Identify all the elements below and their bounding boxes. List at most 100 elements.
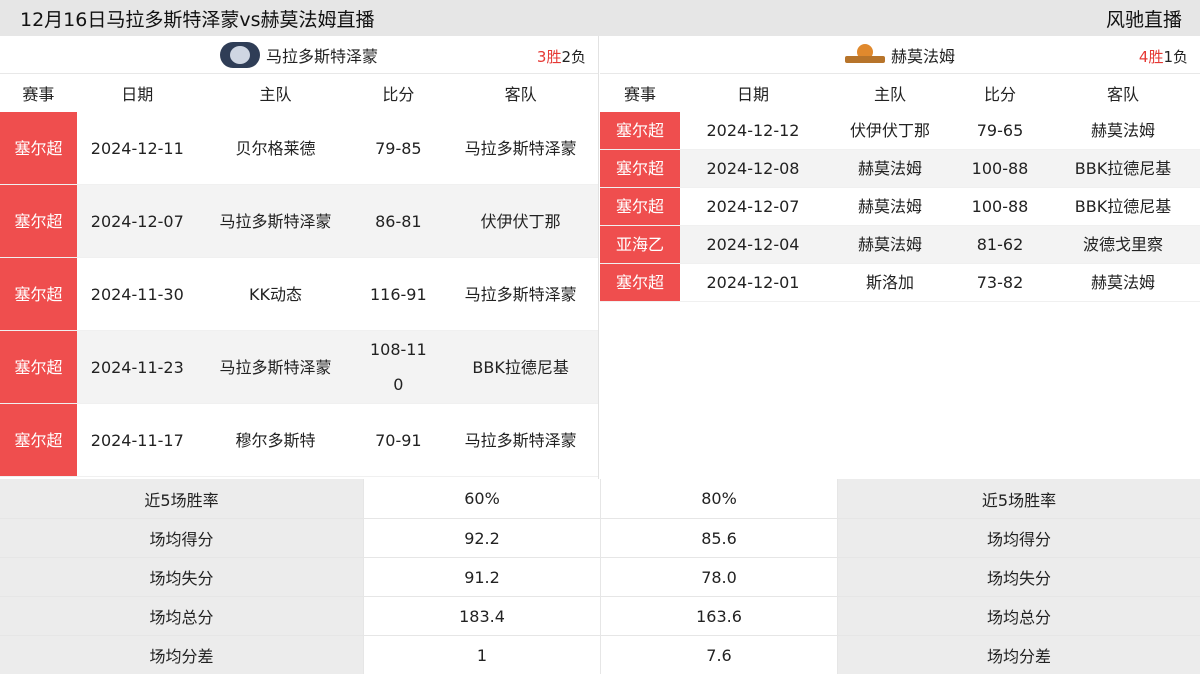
col-date: 日期 — [121, 85, 154, 104]
away-team[interactable]: 波德戈里察 — [1046, 227, 1200, 263]
col-score: 比分 — [983, 85, 1016, 104]
stat-label-right: 场均得分 — [837, 519, 1200, 557]
league-badge: 塞尔超 — [600, 150, 680, 187]
table-row[interactable]: 塞尔超 2024-12-07 赫莫法姆 100-88 BBK拉德尼基 — [600, 188, 1200, 226]
match-score: 100-88 — [971, 158, 1029, 178]
away-team[interactable]: 马拉多斯特泽蒙 — [443, 277, 598, 312]
table-header: 赛事 日期 主队 比分 客队 — [600, 74, 1200, 112]
stat-value-right: 7.6 — [600, 636, 837, 674]
match-score: 86-81 — [375, 211, 422, 231]
home-team[interactable]: 赫莫法姆 — [826, 227, 954, 263]
stat-label-left: 场均总分 — [0, 597, 363, 635]
basketball-crest-icon — [844, 43, 885, 66]
match-date: 2024-11-17 — [90, 430, 184, 450]
stat-value-left: 183.4 — [363, 597, 600, 635]
away-team[interactable]: 伏伊伏丁那 — [443, 204, 598, 239]
table-row[interactable]: 亚海乙 2024-12-04 赫莫法姆 81-62 波德戈里察 — [600, 226, 1200, 264]
away-team[interactable]: 赫莫法姆 — [1046, 265, 1200, 301]
match-date: 2024-11-23 — [90, 357, 184, 377]
team-record: 3胜2负 — [537, 46, 586, 67]
match-date: 2024-11-30 — [90, 284, 184, 304]
match-date: 2024-12-04 — [706, 234, 800, 254]
match-date: 2024-12-01 — [706, 272, 800, 292]
table-row[interactable]: 塞尔超 2024-12-08 赫莫法姆 100-88 BBK拉德尼基 — [600, 150, 1200, 188]
stat-row: 场均得分 92.2 85.6 场均得分 — [0, 518, 1200, 557]
home-team[interactable]: 斯洛加 — [826, 265, 954, 301]
match-date: 2024-12-08 — [706, 158, 800, 178]
home-team[interactable]: 赫莫法姆 — [826, 189, 954, 225]
league-badge: 塞尔超 — [600, 112, 680, 149]
away-team-panel: 赫莫法姆 4胜1负 赛事 日期 主队 比分 客队 塞尔超 2024-12-12 … — [600, 36, 1200, 479]
site-name[interactable]: 风驰直播 — [1106, 5, 1182, 32]
stat-value-right: 78.0 — [600, 558, 837, 596]
stat-label-left: 场均分差 — [0, 636, 363, 674]
match-score: 81-62 — [976, 234, 1024, 254]
page-header: 12月16日马拉多斯特泽蒙vs赫莫法姆直播 风驰直播 — [0, 0, 1200, 36]
team-header: 马拉多斯特泽蒙 3胜2负 — [0, 36, 598, 74]
home-team-panel: 马拉多斯特泽蒙 3胜2负 赛事 日期 主队 比分 客队 塞尔超 2024-12-… — [0, 36, 599, 479]
match-date: 2024-12-07 — [706, 196, 800, 216]
page-title: 12月16日马拉多斯特泽蒙vs赫莫法姆直播 — [20, 8, 375, 31]
match-date: 2024-12-11 — [90, 138, 184, 158]
away-team[interactable]: 马拉多斯特泽蒙 — [443, 423, 598, 458]
loss-count: 2负 — [561, 48, 586, 66]
away-team[interactable]: 赫莫法姆 — [1046, 113, 1200, 149]
team-name[interactable]: 赫莫法姆 — [891, 43, 955, 67]
home-team[interactable]: 赫莫法姆 — [826, 151, 954, 187]
stat-label-right: 场均失分 — [837, 558, 1200, 596]
table-row[interactable]: 塞尔超 2024-12-11 贝尔格莱德 79-85 马拉多斯特泽蒙 — [0, 112, 598, 185]
home-team[interactable]: KK动态 — [198, 277, 354, 312]
stat-label-left: 场均失分 — [0, 558, 363, 596]
league-badge: 塞尔超 — [0, 112, 77, 184]
stat-row: 场均总分 183.4 163.6 场均总分 — [0, 596, 1200, 635]
match-score: 79-65 — [976, 120, 1024, 140]
stat-row: 场均分差 1 7.6 场均分差 — [0, 635, 1200, 674]
match-date: 2024-12-12 — [706, 120, 800, 140]
away-team[interactable]: 马拉多斯特泽蒙 — [443, 131, 598, 166]
away-team[interactable]: BBK拉德尼基 — [1046, 189, 1200, 225]
stat-value-right: 80% — [600, 479, 837, 518]
loss-count: 1负 — [1163, 48, 1188, 66]
home-team[interactable]: 贝尔格莱德 — [198, 131, 354, 166]
stat-row: 场均失分 91.2 78.0 场均失分 — [0, 557, 1200, 596]
match-score: 70-91 — [375, 430, 422, 450]
stat-value-left: 60% — [363, 479, 600, 518]
home-team[interactable]: 穆尔多斯特 — [198, 423, 354, 458]
match-score: 116-91 — [369, 284, 427, 304]
match-score: 100-88 — [971, 196, 1029, 216]
stat-label-left: 近5场胜率 — [0, 479, 363, 518]
col-away: 客队 — [504, 85, 537, 104]
league-badge: 塞尔超 — [600, 264, 680, 301]
away-team[interactable]: BBK拉德尼基 — [443, 350, 598, 385]
home-team[interactable]: 马拉多斯特泽蒙 — [198, 350, 354, 385]
away-team[interactable]: BBK拉德尼基 — [1046, 151, 1200, 187]
col-score: 比分 — [382, 85, 415, 104]
match-score: 79-85 — [375, 138, 422, 158]
col-league: 赛事 — [22, 85, 55, 104]
table-row[interactable]: 塞尔超 2024-12-01 斯洛加 73-82 赫莫法姆 — [600, 264, 1200, 302]
match-score: 108-110 — [369, 340, 427, 394]
comparison-stats: 近5场胜率 60% 80% 近5场胜率 场均得分 92.2 85.6 场均得分 … — [0, 479, 1200, 675]
stat-value-left: 92.2 — [363, 519, 600, 557]
col-home: 主队 — [259, 85, 292, 104]
table-row[interactable]: 塞尔超 2024-11-23 马拉多斯特泽蒙 108-110 BBK拉德尼基 — [0, 331, 598, 404]
win-count: 3胜 — [536, 48, 562, 66]
team-crest-icon — [219, 41, 260, 68]
match-date: 2024-12-07 — [90, 211, 184, 231]
table-row[interactable]: 塞尔超 2024-12-12 伏伊伏丁那 79-65 赫莫法姆 — [600, 112, 1200, 150]
table-row[interactable]: 塞尔超 2024-11-17 穆尔多斯特 70-91 马拉多斯特泽蒙 — [0, 404, 598, 477]
home-team[interactable]: 马拉多斯特泽蒙 — [198, 204, 354, 239]
league-badge: 塞尔超 — [0, 258, 77, 330]
match-score: 73-82 — [976, 272, 1024, 292]
table-header: 赛事 日期 主队 比分 客队 — [0, 74, 598, 112]
team-record: 4胜1负 — [1139, 46, 1188, 67]
home-team[interactable]: 伏伊伏丁那 — [826, 113, 954, 149]
table-row[interactable]: 塞尔超 2024-11-30 KK动态 116-91 马拉多斯特泽蒙 — [0, 258, 598, 331]
win-count: 4胜 — [1138, 48, 1164, 66]
stat-label-right: 近5场胜率 — [837, 479, 1200, 518]
stat-value-right: 85.6 — [600, 519, 837, 557]
col-home: 主队 — [873, 85, 906, 104]
team-name[interactable]: 马拉多斯特泽蒙 — [266, 43, 378, 67]
col-date: 日期 — [736, 85, 769, 104]
table-row[interactable]: 塞尔超 2024-12-07 马拉多斯特泽蒙 86-81 伏伊伏丁那 — [0, 185, 598, 258]
